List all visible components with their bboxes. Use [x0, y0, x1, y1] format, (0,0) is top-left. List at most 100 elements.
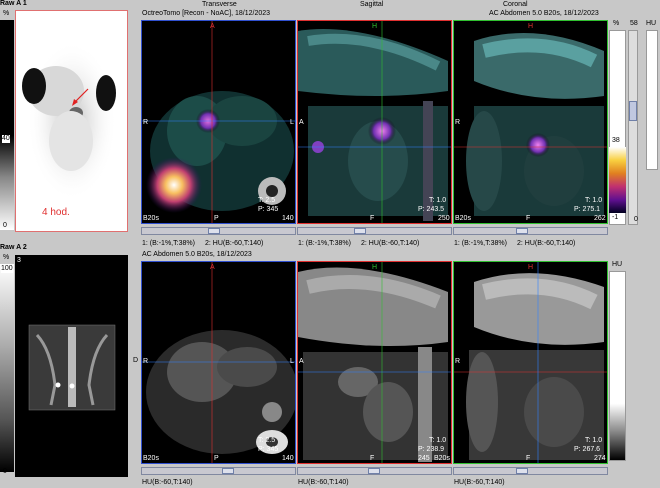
- bottom-transverse-slider-thumb[interactable]: [222, 468, 234, 474]
- top-transverse-slice: 140: [282, 215, 294, 222]
- fused-coronal-image: [454, 33, 607, 216]
- top-wl-label-5: 1: (B:-1%,T:38%): [454, 240, 507, 247]
- bottom-side-label: D: [133, 357, 139, 364]
- bottom-sagittal-slice-slider[interactable]: [297, 467, 452, 475]
- ct-topogram-image: [28, 324, 116, 411]
- bottom-row-header-left: AC Abdomen 5.0 B20s, 18/12/2023: [142, 251, 252, 258]
- bottom-sagittal-slider-thumb[interactable]: [368, 468, 380, 474]
- bottom-transverse-orient-right: L: [290, 358, 294, 365]
- top-transverse-orient-left: R: [143, 119, 149, 126]
- bottom-coronal-view[interactable]: H R F T: 1.0 P: 267.6 274: [453, 261, 608, 464]
- top-wl-label-2: 2: HU(B:-60,T:140): [205, 240, 264, 247]
- bottom-coronal-orient-bottom: F: [526, 455, 531, 462]
- raw-a1-scale-bot: 0: [3, 222, 7, 229]
- top-sagittal-slice-slider[interactable]: [297, 227, 452, 235]
- bottom-coronal-slice-slider[interactable]: [453, 467, 608, 475]
- raw-a2-grayscale-bar[interactable]: [0, 264, 14, 472]
- bottom-coronal-orient-left: R: [455, 358, 461, 365]
- top-transverse-orient-top: A: [210, 23, 215, 30]
- view-label-transverse: Transverse: [202, 1, 237, 8]
- bottom-transverse-corner: B20s: [143, 455, 159, 462]
- bottom-transverse-slice-slider[interactable]: [141, 467, 296, 475]
- top-sagittal-p: P: 243.5: [418, 206, 445, 213]
- ct-transverse-image: [142, 262, 295, 463]
- top-row-header-right: AC Abdomen 5.0 B20s, 18/12/2023: [489, 10, 599, 17]
- ct-coronal-image: [454, 262, 607, 463]
- bottom-wl-label-2: HU(B:-60,T:140): [298, 479, 349, 486]
- raw-a1-title: Raw A 1: [0, 0, 27, 7]
- top-transverse-orient-bottom: P: [214, 215, 219, 222]
- top-coronal-slice-slider[interactable]: [453, 227, 608, 235]
- bottom-coronal-slider-thumb[interactable]: [516, 468, 528, 474]
- top-sagittal-orient-left: A: [299, 119, 304, 126]
- bottom-sagittal-view[interactable]: H A F T: 1.0 P: 238.9 245 B20s: [297, 261, 452, 464]
- bottom-coronal-orient-top: H: [528, 264, 534, 271]
- bottom-coronal-t: T: 1.0: [585, 437, 603, 444]
- top-colorbar-hu: HU: [646, 20, 657, 27]
- bottom-sagittal-p: P: 238.9: [418, 446, 445, 453]
- bottom-wl-label-1: HU(B:-60,T:140): [142, 479, 193, 486]
- bottom-sagittal-corner: B20s: [434, 455, 450, 462]
- top-wl-label-1: 1: (B:-1%,T:38%): [142, 240, 195, 247]
- bottom-transverse-orient-top: A: [210, 264, 215, 271]
- bottom-hu-label: HU: [612, 261, 623, 268]
- top-row-header-left: OctreoTomo [Recon - NoAC], 18/12/2023: [142, 10, 271, 17]
- top-sagittal-view[interactable]: H A F T: 1.0 P: 243.5 250: [297, 20, 452, 224]
- top-wl-label-4: 2: HU(B:-60,T:140): [361, 240, 420, 247]
- top-sagittal-slider-thumb[interactable]: [354, 228, 366, 234]
- bottom-sagittal-orient-top: H: [372, 264, 378, 271]
- top-window-slider[interactable]: [628, 30, 638, 225]
- bottom-wl-label-3: HU(B:-60,T:140): [454, 479, 505, 486]
- raw-a2-title: Raw A 2: [0, 244, 27, 251]
- top-transverse-p: P: 345: [258, 206, 279, 213]
- top-sagittal-orient-bottom: F: [370, 215, 375, 222]
- raw-a2-scale-top: 100: [1, 265, 13, 273]
- top-transverse-slider-thumb[interactable]: [208, 228, 220, 234]
- view-label-coronal: Coronal: [503, 1, 528, 8]
- bottom-transverse-orient-bottom: P: [214, 455, 219, 462]
- top-coronal-slice: 262: [594, 215, 606, 222]
- top-sagittal-orient-top: H: [372, 23, 378, 30]
- top-coronal-orient-top: H: [528, 23, 534, 30]
- bottom-transverse-view[interactable]: A R L P B20s T: 2.5 P: 345 140: [141, 261, 296, 464]
- top-transverse-orient-right: L: [290, 119, 294, 126]
- top-wl-label-3: 1: (B:-1%,T:38%): [298, 240, 351, 247]
- top-transverse-view[interactable]: A R L P B20s T: 2.5 P: 345 140: [141, 20, 296, 224]
- raw-a2-pct-label: %: [3, 254, 10, 261]
- top-coronal-orient-left: R: [455, 119, 461, 126]
- top-colorbar-top: 58: [630, 20, 638, 27]
- bottom-transverse-orient-left: R: [143, 358, 149, 365]
- raw-a1-scale-mid: 40: [2, 135, 10, 143]
- top-coronal-t: T: 1.0: [585, 197, 603, 204]
- raw-a1-pct-label: %: [3, 10, 10, 17]
- top-colorbar-right-top: 0: [634, 216, 638, 223]
- fused-sagittal-image: [298, 21, 451, 223]
- bottom-transverse-slice: 140: [282, 455, 294, 462]
- top-hu-bar[interactable]: [646, 30, 658, 170]
- bottom-transverse-p: P: 345: [258, 446, 279, 453]
- planar-scan-image: [16, 11, 127, 231]
- top-window-slider-thumb[interactable]: [629, 101, 637, 121]
- bottom-coronal-slice: 274: [594, 455, 606, 462]
- raw-a2-scale-bot: 0: [3, 468, 7, 475]
- bottom-sagittal-orient-bottom: F: [370, 455, 375, 462]
- bottom-hu-colorbar[interactable]: [609, 271, 626, 461]
- top-coronal-p: P: 275.1: [574, 206, 601, 213]
- bottom-sagittal-t: T: 1.0: [429, 437, 447, 444]
- top-coronal-slider-thumb[interactable]: [516, 228, 528, 234]
- ct-sagittal-image: [298, 262, 451, 463]
- raw-a1-planar-view[interactable]: 3 4 hod.: [15, 10, 128, 232]
- top-wl-label-6: 2: HU(B:-60,T:140): [517, 240, 576, 247]
- view-label-sagittal: Sagittal: [360, 1, 384, 8]
- top-transverse-t: T: 2.5: [258, 197, 276, 204]
- top-coronal-corner: B20s: [455, 215, 471, 222]
- top-coronal-view[interactable]: H R F B20s T: 1.0 P: 275.1 262: [453, 20, 608, 224]
- top-sagittal-slice: 250: [438, 215, 450, 222]
- fused-transverse-image: [142, 21, 295, 223]
- raw-a1-grayscale-bar[interactable]: [0, 20, 14, 230]
- raw-a2-ct-topogram[interactable]: 3: [15, 255, 128, 477]
- top-sagittal-t: T: 1.0: [429, 197, 447, 204]
- bottom-sagittal-orient-left: A: [299, 358, 304, 365]
- top-colorbar-mid: 38: [612, 137, 620, 145]
- top-transverse-slice-slider[interactable]: [141, 227, 296, 235]
